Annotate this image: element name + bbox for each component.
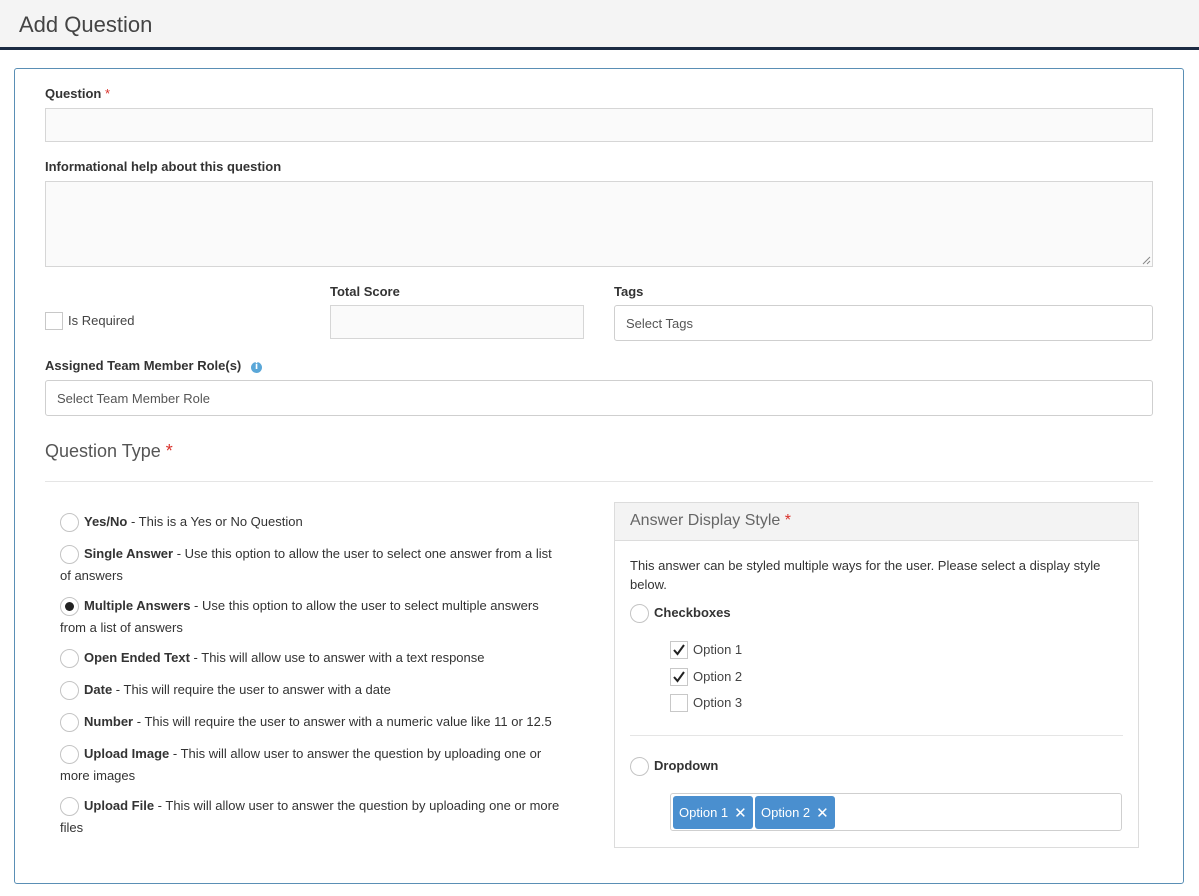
- section-divider: [45, 481, 1153, 482]
- page-header: Add Question: [0, 0, 1199, 50]
- required-mark: *: [165, 441, 173, 461]
- option-name: Upload File: [84, 798, 155, 813]
- tag-option-2[interactable]: Option 2 ✕: [755, 796, 835, 829]
- tag-label: Option 2: [761, 805, 811, 820]
- check-icon: [673, 644, 685, 656]
- tags-placeholder: Select Tags: [626, 315, 693, 331]
- option-upload-image: Upload Image - This will allow user to a…: [84, 743, 541, 765]
- total-score-input[interactable]: [330, 305, 584, 339]
- option-single-answer: Single Answer - Use this option to allow…: [84, 543, 552, 565]
- required-mark: *: [104, 86, 111, 101]
- radio-upload-file[interactable]: [60, 797, 79, 816]
- is-required-checkbox[interactable]: [45, 312, 63, 330]
- info-icon[interactable]: i: [251, 362, 262, 373]
- help-label: Informational help about this question: [45, 159, 282, 174]
- resize-grip-icon[interactable]: [1141, 255, 1151, 265]
- question-type-title-text: Question Type: [45, 441, 161, 461]
- required-mark: *: [784, 512, 791, 529]
- option-single-answer-cont: of answers: [60, 568, 123, 583]
- radio-yes-no[interactable]: [60, 513, 79, 532]
- option-desc: - Use this option to allow the user to s…: [190, 598, 539, 613]
- radio-checkboxes-style[interactable]: [630, 604, 649, 623]
- radio-open-ended-text[interactable]: [60, 649, 79, 668]
- preview-checkbox-option-2[interactable]: [670, 668, 688, 686]
- preview-dropdown[interactable]: Option 1 ✕ Option 2 ✕: [670, 793, 1122, 831]
- panel-description: This answer can be styled multiple ways …: [630, 556, 1100, 594]
- option-name: Number: [84, 714, 134, 729]
- preview-option-2-label: Option 2: [693, 669, 743, 684]
- option-multiple-answers-cont: from a list of answers: [60, 620, 183, 635]
- answer-display-style-panel: Answer Display Style * This answer can b…: [614, 502, 1139, 848]
- option-name: Upload Image: [84, 746, 170, 761]
- option-date: Date - This will require the user to ans…: [84, 679, 391, 701]
- question-label: Question *: [45, 86, 110, 101]
- panel-title: Answer Display Style *: [630, 512, 791, 530]
- option-desc: - This will allow use to answer with a t…: [189, 650, 485, 665]
- tag-option-1[interactable]: Option 1 ✕: [673, 796, 753, 829]
- dropdown-style-label: Dropdown: [654, 758, 719, 773]
- checkboxes-style-label: Checkboxes: [654, 605, 731, 620]
- option-desc: - This will allow user to answer the que…: [169, 746, 542, 761]
- option-desc: - Use this option to allow the user to s…: [173, 546, 552, 561]
- option-yes-no: Yes/No - This is a Yes or No Question: [84, 511, 303, 533]
- panel-description-line1: This answer can be styled multiple ways …: [630, 558, 1101, 573]
- question-type-title: Question Type *: [45, 441, 173, 462]
- option-open-ended-text: Open Ended Text - This will allow use to…: [84, 647, 485, 669]
- question-label-text: Question: [45, 86, 102, 101]
- option-name: Date: [84, 682, 113, 697]
- option-name: Yes/No: [84, 514, 128, 529]
- check-icon: [673, 671, 685, 683]
- total-score-label: Total Score: [330, 284, 400, 299]
- radio-dropdown-style[interactable]: [630, 757, 649, 776]
- panel-title-text: Answer Display Style: [630, 512, 781, 529]
- close-icon[interactable]: ✕: [816, 804, 829, 822]
- panel-divider: [630, 735, 1123, 736]
- option-upload-file: Upload File - This will allow user to an…: [84, 795, 559, 817]
- radio-multiple-answers[interactable]: [60, 597, 79, 616]
- roles-label-text: Assigned Team Member Role(s): [45, 358, 242, 373]
- preview-option-1-label: Option 1: [693, 642, 743, 657]
- option-number: Number - This will require the user to a…: [84, 711, 552, 733]
- option-desc: - This will require the user to answer w…: [112, 682, 391, 697]
- option-name: Multiple Answers: [84, 598, 191, 613]
- tags-select[interactable]: Select Tags: [614, 305, 1153, 341]
- option-upload-file-cont: files: [60, 820, 84, 835]
- preview-option-3-label: Option 3: [693, 695, 743, 710]
- option-name: Single Answer: [84, 546, 174, 561]
- roles-label: Assigned Team Member Role(s): [45, 358, 241, 373]
- option-desc: - This is a Yes or No Question: [127, 514, 303, 529]
- question-input[interactable]: [45, 108, 1153, 142]
- is-required-label: Is Required: [68, 313, 135, 328]
- help-textarea[interactable]: [45, 181, 1153, 267]
- page-title: Add Question: [19, 12, 153, 37]
- panel-header: Answer Display Style *: [615, 503, 1138, 541]
- option-desc: - This will require the user to answer w…: [133, 714, 552, 729]
- option-upload-image-cont: more images: [60, 768, 136, 783]
- option-desc: - This will allow user to answer the que…: [154, 798, 560, 813]
- option-name: Open Ended Text: [84, 650, 190, 665]
- radio-single-answer[interactable]: [60, 545, 79, 564]
- radio-number[interactable]: [60, 713, 79, 732]
- radio-upload-image[interactable]: [60, 745, 79, 764]
- roles-select[interactable]: Select Team Member Role: [45, 380, 1153, 416]
- add-question-form: Question * Informational help about this…: [14, 68, 1184, 884]
- roles-placeholder: Select Team Member Role: [57, 390, 210, 406]
- preview-checkbox-option-3[interactable]: [670, 694, 688, 712]
- tags-label: Tags: [614, 284, 644, 299]
- tag-label: Option 1: [679, 805, 729, 820]
- close-icon[interactable]: ✕: [734, 804, 747, 822]
- option-multiple-answers: Multiple Answers - Use this option to al…: [84, 595, 539, 617]
- preview-checkbox-option-1[interactable]: [670, 641, 688, 659]
- panel-description-line2: below.: [630, 577, 667, 592]
- radio-date[interactable]: [60, 681, 79, 700]
